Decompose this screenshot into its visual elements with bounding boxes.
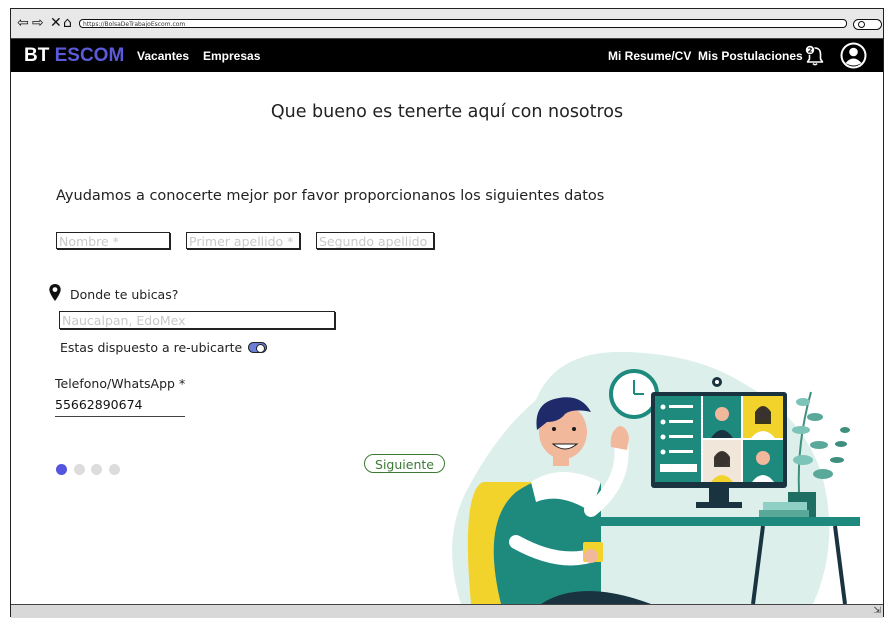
search-icon[interactable] [853,19,882,30]
primer-apellido-field[interactable]: Primer apellido * [186,232,300,249]
nav-link-empresas[interactable]: Empresas [203,49,260,63]
phone-label: Telefono/WhatsApp * [55,376,186,391]
browser-toolbar: ⇦ ⇨ ✕ ⌂ https://BolsaDeTrabajoEscom.com [11,9,883,39]
relocate-label: Estas dispuesto a re-ubicarte [60,340,243,355]
address-bar[interactable]: https://BolsaDeTrabajoEscom.com [79,19,847,28]
close-icon[interactable]: ✕ [50,15,62,31]
main-content: Que bueno es tenerte aquí con nosotros A… [11,72,883,604]
home-icon[interactable]: ⌂ [63,15,72,31]
next-button[interactable]: Siguiente [364,454,445,473]
logo-bt: BT [24,45,50,66]
step-dot-1 [56,464,67,475]
step-dot-3 [91,464,102,475]
top-navigation: BT ESCOM Vacantes Empresas Mi Resume/CV … [11,39,883,72]
phone-field[interactable]: 55662890674 [55,396,185,417]
browser-status-bar: ⇲ [11,604,883,618]
location-field[interactable]: Naucalpan, EdoMex [59,311,335,329]
video-call-illustration [452,351,860,604]
resize-grip-icon[interactable]: ⇲ [873,606,881,616]
brand-logo[interactable]: BT ESCOM [24,46,124,66]
bell-icon[interactable]: 2 [803,44,827,68]
nombre-field[interactable]: Nombre * [56,232,170,249]
location-label: Donde te ubicas? [70,287,179,302]
step-dot-4 [109,464,120,475]
location-pin-icon [49,284,61,301]
notification-count: 2 [808,47,813,55]
logo-escom: ESCOM [54,45,125,66]
clock-icon [609,369,659,419]
nav-link-resume[interactable]: Mi Resume/CV [608,49,691,63]
page-title: Que bueno es tenerte aquí con nosotros [270,102,624,122]
user-avatar-icon[interactable] [839,41,868,70]
nav-link-postulaciones[interactable]: Mis Postulaciones [698,49,803,63]
page-subtitle: Ayudamos a conocerte mejor por favor pro… [56,188,605,204]
back-arrow-icon[interactable]: ⇦ [17,15,29,31]
relocate-toggle[interactable] [248,342,267,353]
browser-window: ⇦ ⇨ ✕ ⌂ https://BolsaDeTrabajoEscom.com … [10,8,884,618]
nav-link-vacantes[interactable]: Vacantes [137,49,189,63]
step-dot-2 [74,464,85,475]
segundo-apellido-field[interactable]: Segundo apellido [316,232,434,249]
forward-arrow-icon[interactable]: ⇨ [32,15,44,31]
